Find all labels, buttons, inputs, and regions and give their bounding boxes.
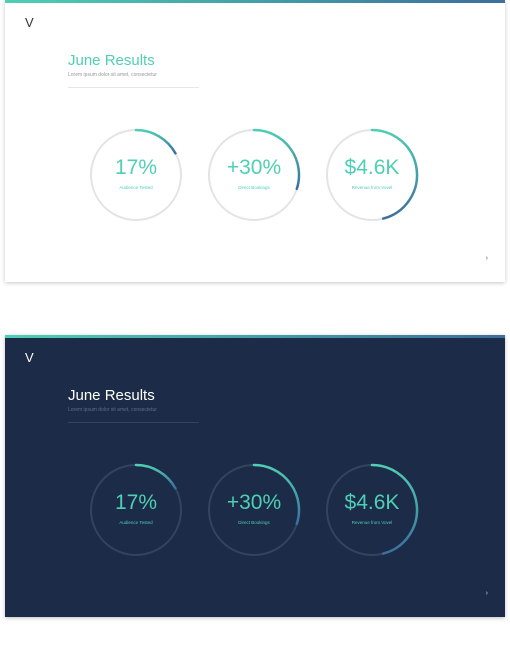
stat-direct-bookings: +30% Direct Bookings	[206, 127, 302, 223]
stat-value: 17%	[114, 156, 158, 179]
stat-label: Audience Tested	[119, 185, 153, 190]
slide-title: June Results	[68, 52, 155, 69]
stat-revenue: $4.6K Revenue from Vovel	[324, 127, 420, 223]
logo-icon: V	[25, 350, 34, 365]
stat-direct-bookings: +30% Direct Bookings	[206, 462, 302, 558]
stat-label: Audience Tested	[119, 520, 153, 525]
ring-progress-arc	[134, 463, 177, 490]
stat-value: $4.6K	[344, 491, 400, 514]
stat-value: +30%	[226, 491, 282, 514]
stat-label: Revenue from Vovel	[351, 185, 393, 190]
slide-light: V June Results Lorem ipsum dolor sit ame…	[5, 0, 505, 282]
title-divider	[68, 422, 199, 423]
stat-audience-tested: 17% Audience Tested	[88, 127, 184, 223]
logo-icon: V	[25, 15, 34, 30]
stat-value: $4.6K	[344, 156, 400, 179]
stat-label: Revenue from Vovel	[351, 520, 393, 525]
chevron-right-icon[interactable]: ›	[486, 255, 488, 263]
top-accent-bar	[5, 335, 505, 338]
stat-value: +30%	[226, 156, 282, 179]
stat-label: Direct Bookings	[238, 185, 270, 190]
slide-subtitle: Lorem ipsum dolor sit amet, consectetur	[68, 72, 157, 78]
title-divider	[68, 87, 199, 88]
stat-revenue: $4.6K Revenue from Vovel	[324, 462, 420, 558]
slide-title: June Results	[68, 387, 155, 404]
chevron-right-icon[interactable]: ›	[486, 590, 488, 598]
slide-subtitle: Lorem ipsum dolor sit amet, consectetur	[68, 407, 157, 413]
stat-audience-tested: 17% Audience Tested	[88, 462, 184, 558]
stat-value: 17%	[114, 491, 158, 514]
slide-dark: V June Results Lorem ipsum dolor sit ame…	[5, 335, 505, 617]
top-accent-bar	[5, 0, 505, 3]
stat-label: Direct Bookings	[238, 520, 270, 525]
ring-progress-arc	[134, 128, 177, 155]
